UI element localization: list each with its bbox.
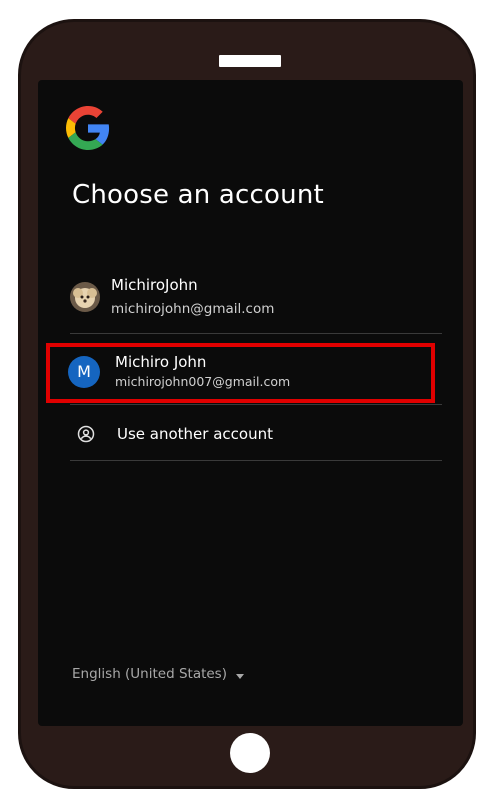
google-logo-icon	[66, 106, 110, 150]
divider	[70, 460, 442, 461]
use-another-account-label: Use another account	[117, 425, 273, 443]
page-title: Choose an account	[72, 180, 324, 210]
home-button[interactable]	[230, 733, 270, 773]
highlight-box	[46, 343, 435, 403]
phone-screen	[38, 80, 463, 726]
phone-speaker	[219, 55, 281, 67]
divider	[70, 404, 442, 405]
divider	[70, 333, 442, 334]
avatar	[70, 282, 100, 312]
language-selector[interactable]: English (United States)	[72, 666, 227, 682]
photo-dog-icon	[70, 282, 100, 312]
chevron-down-icon[interactable]	[236, 674, 244, 679]
account-email: michirojohn@gmail.com	[111, 301, 275, 317]
account-name: MichiroJohn	[111, 276, 198, 294]
account-circle-icon	[77, 425, 95, 443]
account-item-michirojohn[interactable]: MichiroJohn michirojohn@gmail.com	[70, 268, 442, 338]
